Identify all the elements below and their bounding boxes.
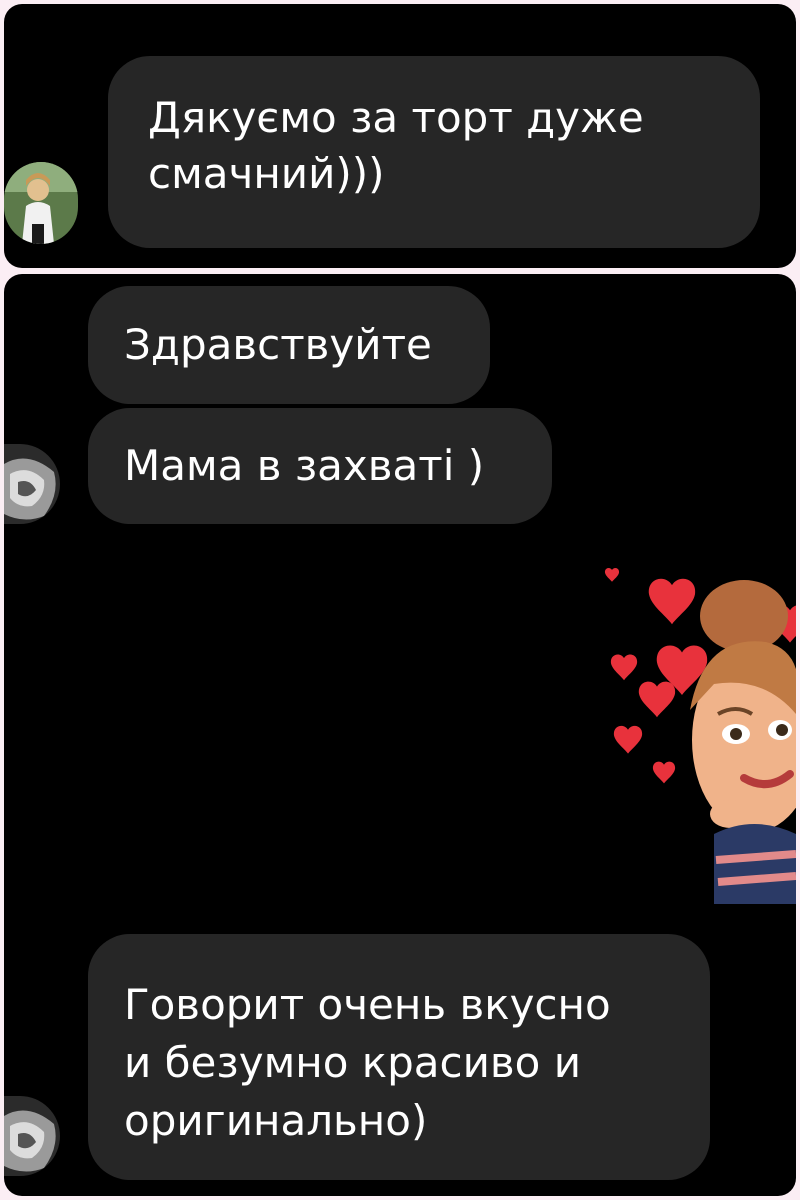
avatar-sticker-hearts-icon xyxy=(594,564,796,904)
message-line: и безумно красиво и xyxy=(124,1038,582,1087)
chat-screenshot-top: Дякуємо за торт дуже смачний))) xyxy=(4,4,796,268)
message-bubble-thanks: Дякуємо за торт дуже смачний))) xyxy=(108,56,760,248)
message-line: оригинально) xyxy=(124,1096,428,1145)
message-bubble-greeting: Здравствуйте xyxy=(88,286,490,404)
message-line: Говорит очень вкусно xyxy=(124,980,611,1029)
chat-screenshot-bottom: Здравствуйте Мама в захваті ) Говорит оч… xyxy=(4,274,796,1196)
user-avatar-icon[interactable] xyxy=(4,444,60,524)
message-bubble-review: Говорит очень вкусно и безумно красиво и… xyxy=(88,934,710,1180)
message-line: Дякуємо за торт дуже xyxy=(148,93,644,142)
user-avatar-icon[interactable] xyxy=(4,162,78,244)
message-text: Мама в захваті ) xyxy=(124,441,485,490)
message-bubble-mom: Мама в захваті ) xyxy=(88,408,552,524)
message-text: Здравствуйте xyxy=(124,320,432,369)
user-avatar-icon[interactable] xyxy=(4,1096,60,1176)
message-line: смачний))) xyxy=(148,149,385,198)
